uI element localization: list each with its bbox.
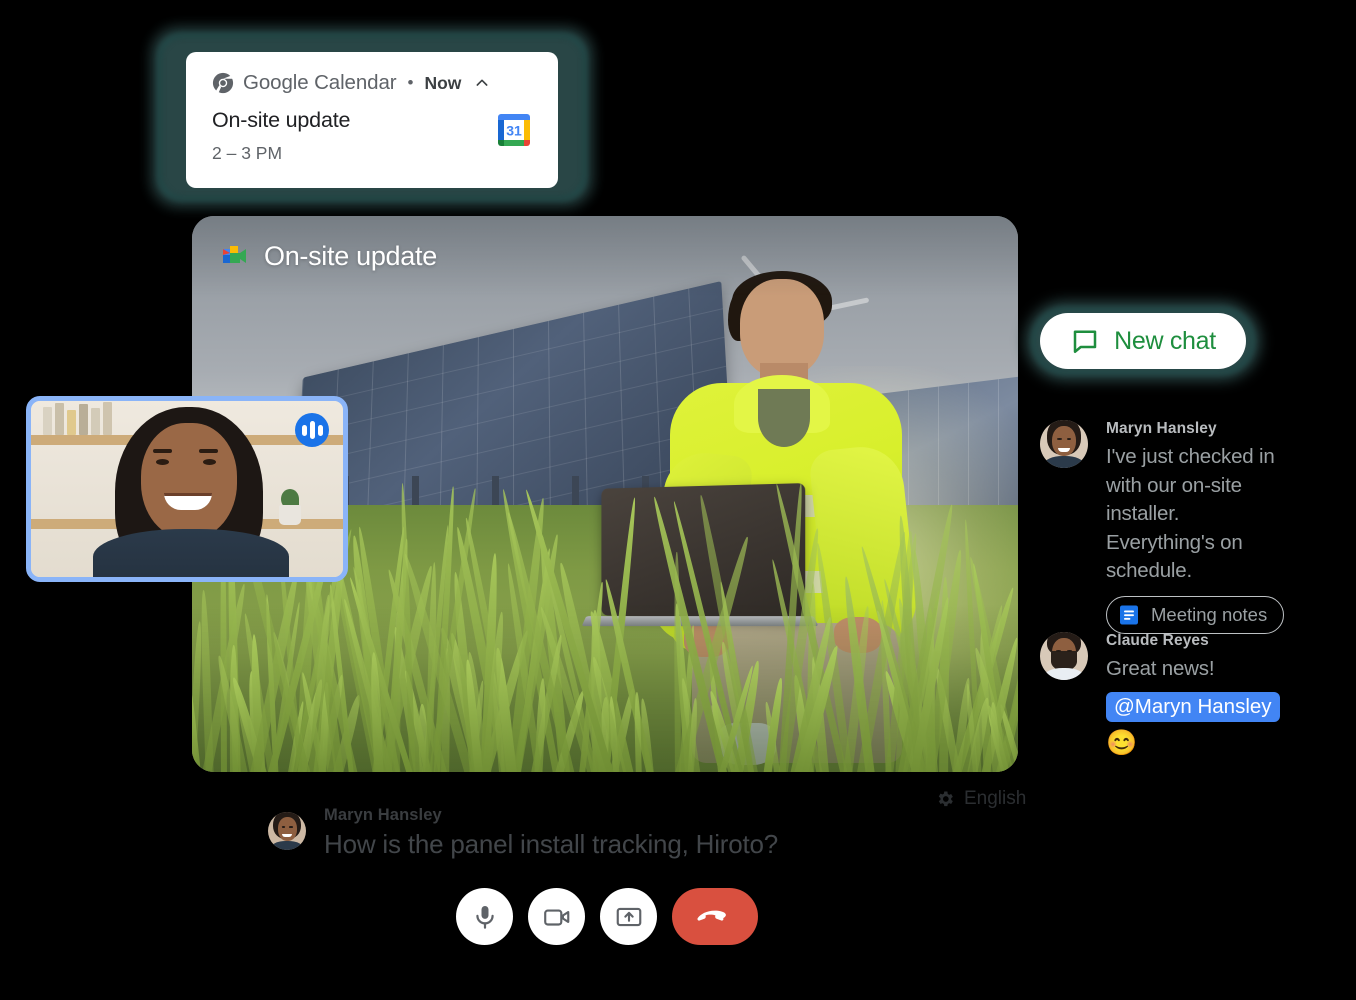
chat-message: Claude Reyes Great news! @Maryn Hansley … — [1040, 632, 1292, 758]
gear-icon — [938, 791, 953, 807]
present-screen-icon — [616, 907, 641, 926]
caption-language-label: English — [964, 788, 1027, 809]
avatar — [1040, 420, 1088, 468]
meet-controls-bar — [456, 888, 758, 945]
microphone-button[interactable] — [456, 888, 513, 945]
mention-chip[interactable]: @Maryn Hansley — [1106, 691, 1280, 722]
google-calendar-icon: 31 — [498, 114, 530, 146]
chrome-icon — [212, 72, 234, 94]
meeting-notes-attachment[interactable]: Meeting notes — [1106, 595, 1285, 634]
notification-timestamp: Now — [424, 72, 462, 93]
microphone-icon — [475, 905, 494, 929]
new-chat-button[interactable]: New chat — [1040, 313, 1246, 369]
self-view-tile[interactable] — [26, 396, 348, 582]
chevron-up-icon[interactable] — [474, 75, 490, 91]
screen: Google Calendar • Now On-site update 2 –… — [0, 0, 1356, 1000]
chat-message: Maryn Hansley I've just checked in with … — [1040, 420, 1292, 634]
chat-bubble-icon — [1073, 330, 1097, 353]
caption-speaker-avatar — [268, 812, 306, 850]
notification-separator: • — [407, 73, 414, 92]
notification-header: Google Calendar • Now — [212, 70, 538, 96]
meeting-notes-label: Meeting notes — [1151, 603, 1268, 625]
notification-event-time: 2 – 3 PM — [212, 143, 283, 163]
caption-text: How is the panel install tracking, Hirot… — [324, 829, 779, 859]
audio-activity-icon — [295, 413, 329, 447]
svg-text:31: 31 — [506, 123, 522, 139]
hangup-button[interactable] — [672, 888, 758, 945]
caption-language-setting[interactable]: English — [935, 788, 1026, 810]
chat-text: I've just checked in with our on-site in… — [1106, 445, 1275, 582]
chat-text: Great news! — [1106, 657, 1215, 680]
meet-window-header: On-site update — [192, 216, 1018, 296]
notification-event-title: On-site update — [212, 108, 351, 132]
end-call-icon — [697, 910, 726, 921]
live-caption: Maryn Hansley How is the panel install t… — [268, 806, 828, 860]
meet-title: On-site update — [264, 240, 437, 271]
chat-message-body: Claude Reyes Great news! @Maryn Hansley … — [1106, 632, 1292, 758]
calendar-notification[interactable]: Google Calendar • Now On-site update 2 –… — [186, 52, 558, 188]
caption-content: Maryn Hansley How is the panel install t… — [324, 806, 778, 860]
avatar — [1040, 632, 1088, 680]
caption-speaker-name: Maryn Hansley — [324, 806, 442, 824]
google-meet-icon — [223, 246, 246, 263]
google-docs-icon — [1120, 605, 1138, 624]
camera-button[interactable] — [528, 888, 585, 945]
chat-author: Maryn Hansley — [1106, 420, 1217, 437]
notification-app-name: Google Calendar — [243, 71, 397, 94]
emoji-reaction: 😊 — [1106, 728, 1138, 757]
video-camera-icon — [543, 908, 569, 926]
new-chat-label: New chat — [1114, 326, 1216, 355]
notification-body: On-site update 2 – 3 PM 31 — [212, 108, 538, 164]
chat-author: Claude Reyes — [1106, 632, 1209, 649]
present-button[interactable] — [600, 888, 657, 945]
chat-message-body: Maryn Hansley I've just checked in with … — [1106, 420, 1292, 634]
